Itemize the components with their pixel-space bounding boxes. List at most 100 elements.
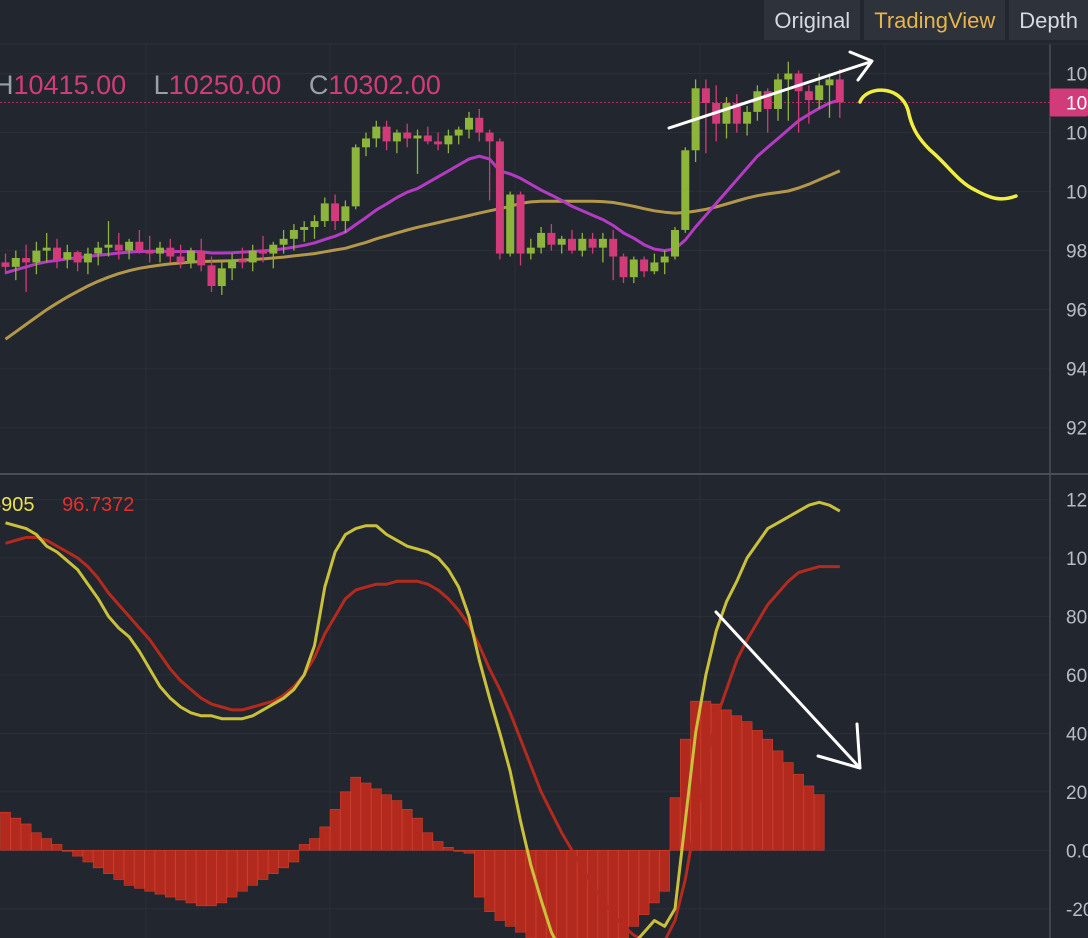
dif-value: 5905: [0, 494, 35, 516]
macd-hist-bar: [422, 832, 434, 851]
candle-body: [207, 265, 216, 287]
candle-body: [300, 227, 309, 230]
candle-body: [701, 88, 710, 104]
macd-hist-bar: [206, 849, 217, 907]
macd-hist-bar: [432, 841, 444, 851]
candle-body: [94, 247, 103, 254]
ma-long-line: [4, 169, 841, 341]
macd-hist-bar: [185, 849, 197, 904]
candle: [413, 129, 422, 174]
candle: [660, 250, 669, 275]
high-label: H: [0, 70, 14, 100]
candle: [310, 215, 319, 239]
tab-original[interactable]: Original: [764, 0, 861, 40]
macd-hist-bar: [381, 794, 392, 851]
candle-body: [629, 259, 638, 278]
candle-body: [186, 250, 195, 263]
macd-hist-bar: [401, 809, 413, 851]
candle: [753, 85, 762, 121]
macd-hist-bar: [741, 721, 753, 851]
candle-body: [114, 244, 123, 251]
candle-body: [598, 238, 607, 248]
macd-hist-bar: [195, 849, 207, 907]
candle-body: [145, 250, 154, 254]
candle-body: [722, 103, 731, 124]
macd-axis-tick: 20: [1066, 783, 1087, 804]
macd-axis-tick: -20: [1066, 900, 1088, 921]
candle: [732, 94, 741, 133]
candle-body: [619, 256, 628, 278]
candle: [166, 238, 175, 263]
macd-hist-bar: [175, 849, 186, 901]
macd-hist-bar: [288, 849, 300, 863]
candle: [114, 232, 123, 260]
macd-hist-bar: [103, 849, 114, 874]
candle: [835, 69, 844, 118]
tab-depth[interactable]: Depth: [1009, 0, 1088, 40]
candle: [228, 253, 237, 281]
candle-body: [423, 135, 432, 142]
candle: [63, 244, 72, 269]
candle-body: [331, 203, 340, 222]
candle-body: [269, 244, 278, 254]
macd-hist-bar: [638, 849, 650, 915]
price-chart-svg[interactable]: 10 10 10 98 96 94 92 12 10 80 60 40 20 0.0 -20 10: [0, 0, 1088, 938]
candle-body: [135, 241, 144, 251]
macd-hist-bar: [61, 849, 73, 852]
candle-body: [681, 150, 690, 230]
candle-body: [547, 232, 556, 245]
price-axis-tick: 94: [1066, 360, 1088, 381]
candle-body: [568, 238, 576, 251]
candle-body: [578, 238, 587, 251]
candle: [42, 232, 51, 263]
candle-body: [166, 247, 175, 257]
candle-body: [22, 258, 31, 263]
macd-axis-tick: 80: [1066, 607, 1087, 628]
macd-hist-bar: [82, 849, 94, 863]
candle-body: [444, 135, 453, 145]
macd-axis-tick: 40: [1066, 724, 1087, 745]
candle-body: [434, 141, 443, 145]
macd-hist-bar: [710, 703, 722, 851]
candle-body: [506, 194, 515, 254]
tab-tradingview[interactable]: TradingView: [864, 0, 1006, 40]
macd-hist-bar: [607, 849, 619, 938]
candle: [454, 126, 463, 145]
macd-hist-bar: [782, 762, 794, 851]
candle: [145, 235, 154, 263]
macd-hist-bar: [504, 849, 516, 927]
macd-hist-bar: [762, 738, 774, 851]
macd-axis-tick: 12: [1066, 490, 1087, 511]
candle-body: [63, 252, 72, 260]
candle-body: [835, 79, 844, 103]
candle-body: [495, 141, 504, 254]
high-value: 10415.00: [13, 70, 127, 100]
candle-body: [743, 111, 752, 124]
candle-body: [279, 238, 288, 245]
macd-hist-bar: [360, 782, 372, 851]
candle-body: [640, 259, 649, 272]
macd-hist-bar: [515, 849, 526, 933]
macd-hist-bar: [628, 849, 640, 927]
candle-body: [557, 238, 566, 245]
macd-hist-bar: [803, 785, 815, 851]
macd-hist-bar: [247, 849, 258, 886]
candle-body: [73, 252, 82, 263]
candle: [465, 111, 473, 139]
candle: [362, 132, 370, 157]
low-label: L: [153, 70, 169, 100]
candle: [382, 120, 391, 151]
macd-axis-tick: 60: [1066, 666, 1087, 687]
candle: [743, 105, 752, 136]
candle-body: [176, 256, 185, 263]
macd-hist-bar: [370, 788, 382, 851]
candle-body: [485, 132, 494, 142]
last-price-tag-label: 10: [1066, 93, 1087, 114]
price-axis-tick: 10: [1066, 183, 1087, 204]
price-axis-tick: 98: [1066, 242, 1087, 263]
candle-body: [238, 259, 247, 263]
candle-body: [650, 262, 659, 272]
candle: [537, 227, 546, 254]
candle: [774, 73, 782, 121]
macd-hist-bar: [113, 849, 125, 880]
